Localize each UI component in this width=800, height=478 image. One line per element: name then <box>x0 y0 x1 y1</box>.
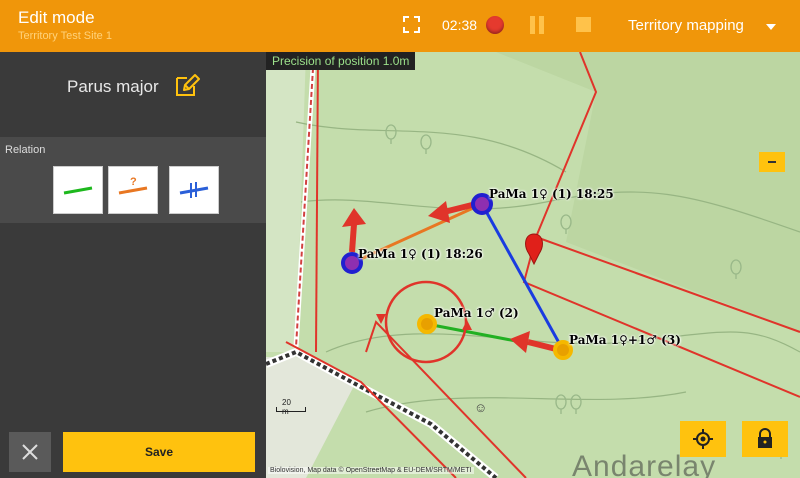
save-button[interactable]: Save <box>63 432 255 472</box>
lock-map-button[interactable] <box>742 421 788 457</box>
recording-timer: 02:38 <box>442 17 478 33</box>
edit-icon[interactable] <box>174 72 200 98</box>
observation-label: PaMa 1♂ (2) <box>434 306 519 320</box>
close-icon <box>22 444 38 460</box>
map-attribution: Biolovision, Map data © OpenStreetMap & … <box>268 467 474 474</box>
zoom-out-button[interactable] <box>759 152 785 172</box>
map-view[interactable]: PaMa 1♀ (1) 18:25 PaMa 1♀ (1) 18:26 PaMa… <box>266 52 800 478</box>
record-icon[interactable] <box>486 16 504 34</box>
observation-marker[interactable] <box>417 314 437 334</box>
panel-actions: Save <box>0 424 266 478</box>
relation-label: Relation <box>5 144 46 156</box>
fullscreen-icon[interactable] <box>403 16 420 33</box>
relation-separate-button[interactable] <box>169 166 219 214</box>
screen-title: Edit mode <box>18 8 95 27</box>
close-button[interactable] <box>9 432 51 472</box>
lock-icon <box>758 428 772 448</box>
map-canvas <box>266 52 800 478</box>
relation-section: Relation ? <box>0 137 266 223</box>
species-name: Parus major <box>67 77 159 96</box>
minus-icon <box>768 161 776 163</box>
relation-uncertain-button[interactable]: ? <box>108 166 158 214</box>
blue-crossed-line-icon <box>179 182 209 198</box>
mode-select[interactable]: Territory mapping <box>628 17 744 34</box>
chevron-down-icon[interactable] <box>766 24 776 30</box>
side-panel: Parus major Relation ? Save <box>0 52 266 478</box>
svg-text:?: ? <box>130 176 137 188</box>
orange-question-line-icon: ? <box>118 176 148 195</box>
site-subtitle: Territory Test Site 1 <box>18 30 112 42</box>
observation-label: PaMa 1♀ (1) 18:26 <box>358 247 483 261</box>
locate-button[interactable] <box>680 421 726 457</box>
smiley-icon: ☺ <box>474 400 488 415</box>
crosshair-icon <box>693 429 713 449</box>
precision-indicator: Precision of position 1.0m <box>266 52 416 70</box>
species-header: Parus major <box>0 52 266 136</box>
pause-icon[interactable] <box>530 16 544 34</box>
observation-label: PaMa 1♀+1♂ (3) <box>569 333 681 347</box>
stop-icon[interactable] <box>576 17 591 32</box>
top-app-bar: Edit mode Territory Test Site 1 02:38 Te… <box>0 0 800 52</box>
observation-label: PaMa 1♀ (1) 18:25 <box>489 187 614 201</box>
relation-simultaneous-button[interactable] <box>53 166 103 214</box>
green-line-icon <box>63 186 93 195</box>
